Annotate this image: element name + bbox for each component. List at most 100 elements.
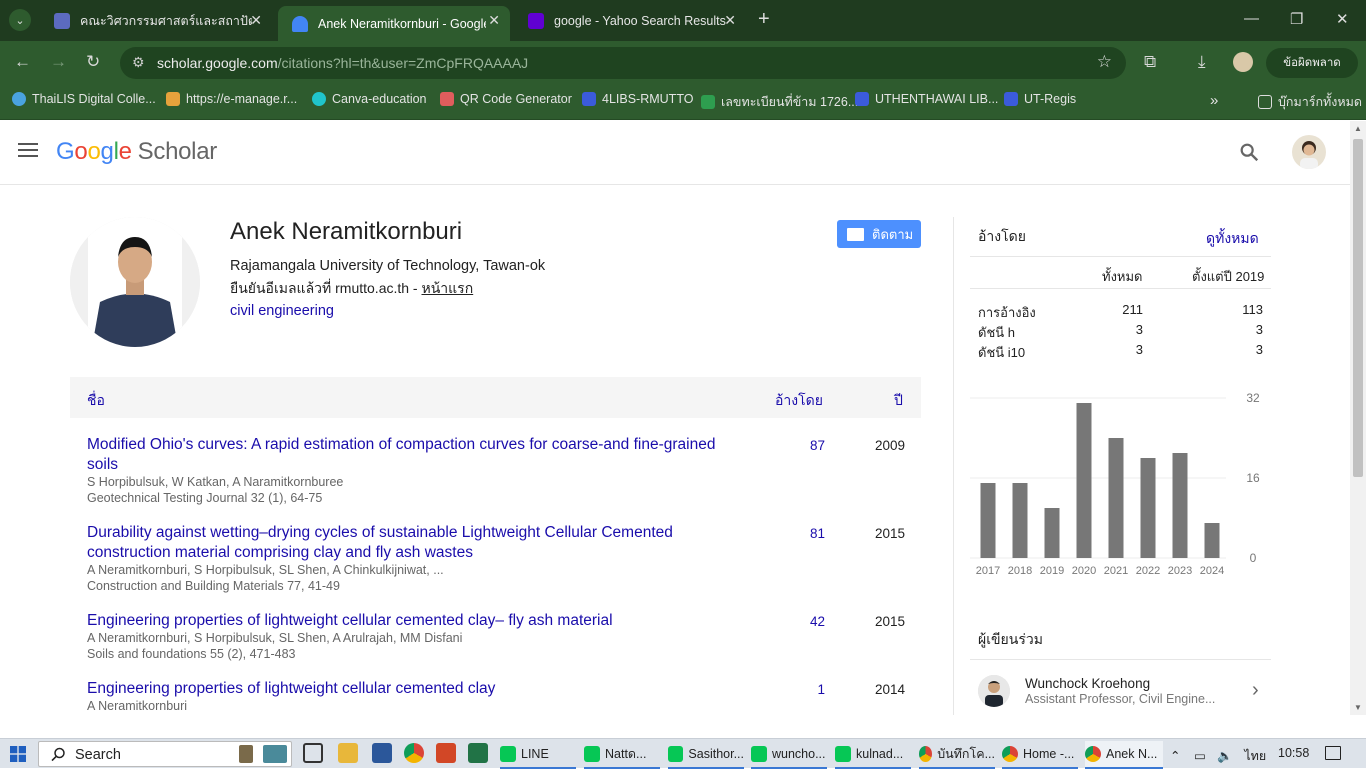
chart-bar-2022[interactable] — [1140, 458, 1156, 558]
chart-bar-2024[interactable] — [1204, 523, 1220, 558]
search-icon[interactable] — [1238, 141, 1260, 163]
task-view-icon[interactable] — [303, 743, 323, 763]
chart-bar-2018[interactable] — [1012, 483, 1028, 558]
taskbar-line-chat[interactable]: kulnad... — [835, 741, 911, 769]
all-bookmarks[interactable]: บุ๊กมาร์กทั้งหมด — [1258, 92, 1362, 112]
search-icon — [51, 747, 65, 762]
logo-google: Google — [56, 138, 132, 165]
cited-count-link[interactable]: 81 — [785, 526, 825, 541]
research-interest-link[interactable]: civil engineering — [230, 303, 334, 319]
sort-by-year[interactable]: ปี — [894, 390, 903, 412]
taskbar-search-box[interactable]: Search — [38, 741, 292, 767]
restore-icon[interactable]: ❐ — [1290, 10, 1303, 28]
powerpoint-icon[interactable] — [436, 743, 456, 763]
chart-bar-2019[interactable] — [1044, 508, 1060, 558]
taskbar-line-chat[interactable]: Nattด... — [584, 741, 660, 769]
profile-avatar[interactable] — [1233, 52, 1253, 72]
input-language[interactable]: ไทย — [1244, 749, 1266, 763]
sort-by-title[interactable]: ชื่อ — [87, 390, 105, 412]
x-tick-label: 2017 — [976, 565, 1000, 577]
cited-count-link[interactable]: 1 — [785, 682, 825, 697]
menu-hamburger-icon[interactable] — [18, 143, 38, 159]
follow-button[interactable]: ติดตาม — [837, 220, 921, 248]
windows-start-icon[interactable] — [10, 746, 26, 762]
windows-taskbar: Search LINE Nattด... Sasithor... wuncho.… — [0, 738, 1366, 769]
new-tab-plus-icon[interactable]: + — [758, 8, 770, 31]
tab-search-button[interactable]: ⌄ — [9, 9, 31, 31]
article-title-link[interactable]: Engineering properties of lightweight ce… — [87, 679, 747, 699]
scroll-up-arrow-icon[interactable]: ▲ — [1354, 124, 1362, 133]
browser-toolbar: ← → ↻ ⚙ scholar.google.com/citations?hl=… — [0, 41, 1366, 84]
error-button[interactable]: ข้อผิดพลาด — [1266, 48, 1358, 78]
envelope-icon — [847, 227, 864, 241]
close-tab-icon[interactable]: ✕ — [250, 12, 262, 29]
bookmark-4libs[interactable]: 4LIBS-RMUTTO — [582, 92, 693, 106]
chart-bar-2023[interactable] — [1172, 453, 1188, 558]
cited-count-link[interactable]: 87 — [785, 438, 825, 453]
download-icon[interactable]: ⤓ — [1198, 53, 1206, 71]
cited-count-link[interactable]: 42 — [785, 614, 825, 629]
bookmark-canva[interactable]: Canva-education — [312, 92, 427, 106]
notifications-icon[interactable] — [1325, 746, 1341, 760]
back-arrow-icon[interactable]: ← — [14, 53, 31, 71]
scroll-thumb[interactable] — [1353, 139, 1363, 477]
taskbar-line[interactable]: LINE — [500, 741, 576, 769]
chart-bar-2021[interactable] — [1108, 438, 1124, 558]
browser-tab-3[interactable]: google - Yahoo Search Results ✕ — [514, 6, 746, 35]
bookmark-utregis[interactable]: UT-Regis — [1004, 92, 1076, 106]
taskbar-chrome-window[interactable]: Home -... — [1002, 741, 1078, 769]
network-icon[interactable]: ▭ — [1194, 749, 1206, 763]
browser-tab-1[interactable]: คณะวิศวกรรมศาสตร์และสถาปัตยกรรม ✕ — [40, 6, 272, 35]
site-info-icon[interactable]: ⚙ — [132, 54, 145, 71]
stat-since: 3 — [1255, 342, 1263, 357]
view-all-link[interactable]: ดูทั้งหมด — [1206, 228, 1259, 250]
article-title-link[interactable]: Durability against wetting–drying cycles… — [87, 523, 747, 563]
extensions-icon[interactable]: ⧉ — [1144, 53, 1156, 71]
excel-icon[interactable] — [468, 743, 488, 763]
qr-code-icon — [440, 92, 454, 106]
taskbar-line-chat[interactable]: wuncho... — [751, 741, 827, 769]
chevron-right-icon: › — [1252, 679, 1259, 701]
stat-label-link[interactable]: ดัชนี i10 — [978, 342, 1025, 363]
close-window-icon[interactable]: ✕ — [1336, 10, 1349, 28]
forward-arrow-icon[interactable]: → — [50, 53, 67, 71]
page-scrollbar[interactable]: ▲ ▼ — [1350, 121, 1366, 715]
bookmark-thailis[interactable]: ThaiLIS Digital Colle... — [12, 92, 156, 106]
word-icon[interactable] — [372, 743, 392, 763]
close-tab-icon[interactable]: ✕ — [724, 12, 736, 29]
homepage-link[interactable]: หน้าแรก — [422, 280, 474, 296]
citations-per-year-chart: 32 16 0 2017 2018 2019 2020 2021 2022 2023 2024 — [970, 391, 1260, 577]
bookmark-qr[interactable]: QR Code Generator — [440, 92, 572, 106]
library-icon — [855, 92, 869, 106]
show-hidden-icons-chevron-icon[interactable]: ⌃ — [1170, 749, 1180, 763]
account-avatar[interactable] — [1292, 135, 1326, 169]
article-title-link[interactable]: Modified Ohio's curves: A rapid estimati… — [87, 435, 747, 475]
chrome-icon[interactable] — [404, 743, 424, 763]
google-scholar-logo[interactable]: Google Scholar — [56, 138, 217, 166]
taskbar-chrome-window-active[interactable]: Anek N... — [1085, 741, 1163, 769]
minimize-icon[interactable]: — — [1244, 10, 1259, 27]
taskbar-chrome-window[interactable]: บันทึกโค... — [919, 741, 995, 769]
more-bookmarks-chevron-icon[interactable]: » — [1210, 92, 1218, 109]
file-explorer-icon[interactable] — [338, 743, 358, 763]
close-tab-icon[interactable]: ✕ — [488, 12, 500, 29]
taskbar-line-chat[interactable]: Sasithor... — [668, 741, 744, 769]
system-tray[interactable]: ⌃ ▭ 🔈 ไทย — [1170, 746, 1266, 766]
address-bar[interactable]: ⚙ scholar.google.com/citations?hl=th&use… — [120, 47, 1126, 79]
chrome-icon — [1085, 746, 1101, 762]
taskbar-clock[interactable]: 10:58 — [1278, 746, 1309, 760]
browser-tab-2[interactable]: Anek Neramitkornburi - Google Scholar ✕ — [278, 6, 510, 41]
coauthor-item[interactable]: Wunchock Kroehong Assistant Professor, C… — [978, 673, 1268, 713]
chart-bar-2017[interactable] — [980, 483, 996, 558]
bookmark-emanage[interactable]: https://e-manage.r... — [166, 92, 297, 106]
bookmark-uthenthawai[interactable]: UTHENTHAWAI LIB... — [855, 92, 998, 106]
bookmark-star-icon[interactable]: ☆ — [1097, 52, 1112, 72]
volume-icon[interactable]: 🔈 — [1217, 749, 1233, 763]
bookmarks-bar: ThaiLIS Digital Colle... https://e-manag… — [0, 84, 1366, 120]
chart-bar-2020[interactable] — [1076, 403, 1092, 558]
scroll-down-arrow-icon[interactable]: ▼ — [1354, 703, 1362, 712]
sort-by-cited[interactable]: อ้างโดย — [775, 390, 823, 412]
reload-icon[interactable]: ↻ — [86, 53, 100, 71]
article-title-link[interactable]: Engineering properties of lightweight ce… — [87, 611, 747, 631]
bookmark-registration[interactable]: เลขทะเบียนที่ข้าม 1726... — [701, 92, 858, 112]
